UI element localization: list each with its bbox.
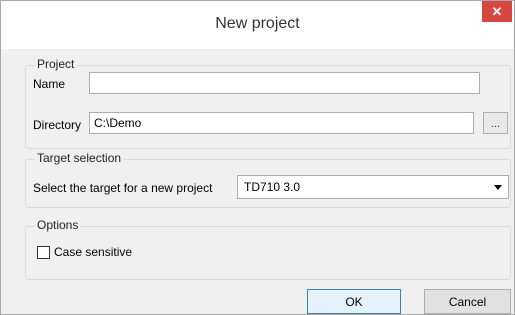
target-dropdown-value: TD710 3.0 <box>244 180 301 194</box>
case-sensitive-label[interactable]: Case sensitive <box>54 245 132 259</box>
options-legend: Options <box>35 218 81 232</box>
name-field[interactable] <box>89 72 480 94</box>
dialog-title: New project <box>215 15 300 32</box>
ok-button[interactable]: OK <box>307 289 401 314</box>
project-group-legend: Project <box>35 57 77 71</box>
target-dropdown[interactable]: TD710 3.0 <box>237 175 509 199</box>
directory-label: Directory <box>33 118 82 132</box>
close-button[interactable]: ✕ <box>482 1 512 22</box>
cancel-button[interactable]: Cancel <box>424 289 511 314</box>
case-sensitive-checkbox[interactable] <box>37 246 50 259</box>
directory-field[interactable] <box>89 112 474 134</box>
new-project-dialog: New project ✕ Project Name Directory ...… <box>0 0 515 315</box>
browse-button[interactable]: ... <box>483 112 508 134</box>
chevron-down-icon <box>494 185 502 190</box>
target-selection-legend: Target selection <box>35 151 124 165</box>
name-label: Name <box>33 77 66 91</box>
title-bar: New project ✕ <box>1 1 514 49</box>
target-select-label: Select the target for a new project <box>33 181 213 195</box>
close-icon: ✕ <box>491 3 503 19</box>
